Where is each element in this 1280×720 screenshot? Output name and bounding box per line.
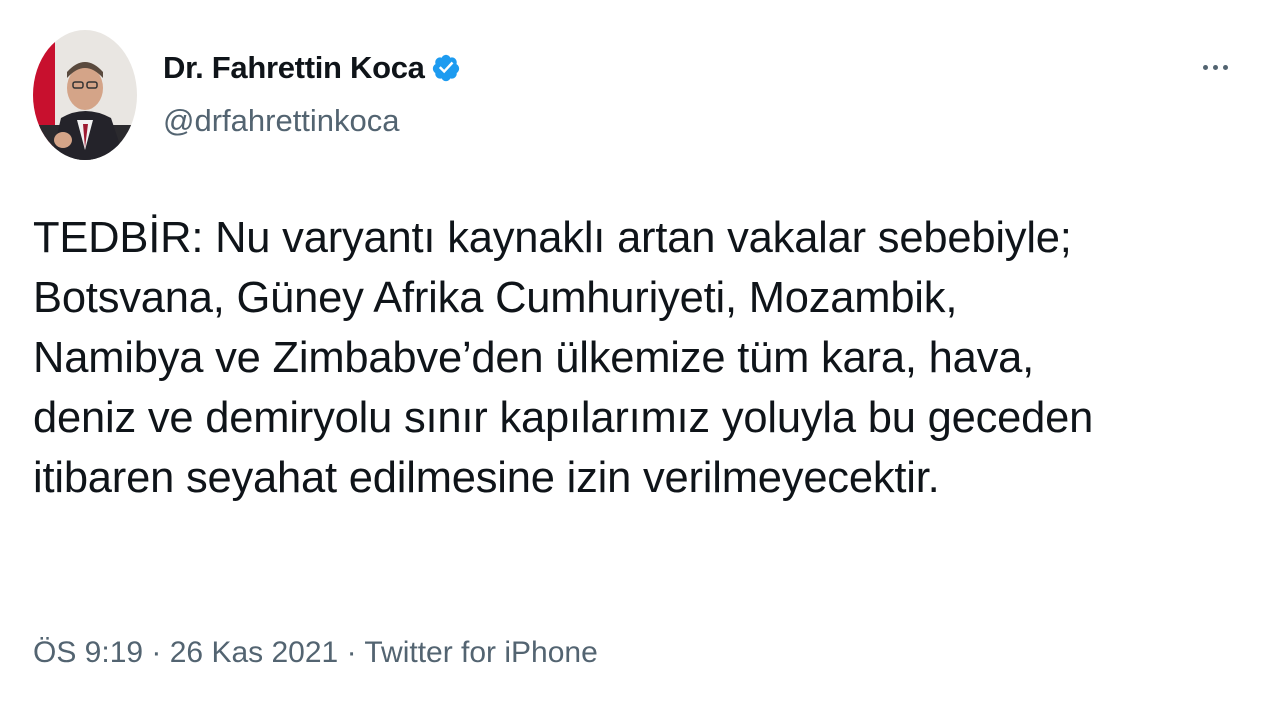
avatar[interactable]: [33, 30, 137, 160]
more-options-icon[interactable]: [1195, 50, 1235, 84]
author-display-name[interactable]: Dr. Fahrettin Koca: [163, 50, 425, 86]
tweet-time-link[interactable]: ÖS 9:19: [33, 636, 143, 669]
verified-badge-icon: [431, 53, 461, 83]
author-handle[interactable]: @drfahrettinkoca: [163, 103, 400, 139]
meta-separator: ·: [338, 636, 365, 669]
tweet-text-line: TEDBİR: Nu varyantı kaynaklı artan vakal…: [33, 214, 1072, 262]
tweet-card: Dr. Fahrettin Koca @drfahrettinkoca TEDB…: [0, 0, 1280, 720]
tweet-text-line: itibaren seyahat edilmesine izin verilme…: [33, 454, 940, 502]
avatar-image: [33, 30, 137, 160]
more-dot: [1222, 64, 1228, 70]
tweet-date-link[interactable]: 26 Kas 2021: [170, 636, 338, 669]
tweet-text-line: Botsvana, Güney Afrika Cumhuriyeti, Moza…: [33, 274, 958, 322]
author-name-row: Dr. Fahrettin Koca: [163, 50, 461, 86]
tweet-source-link[interactable]: Twitter for iPhone: [364, 636, 597, 669]
tweet-text-line: deniz ve demiryolu sınır kapılarımız yol…: [33, 394, 1094, 442]
tweet-metadata: ÖS 9:19 · 26 Kas 2021 · Twitter for iPho…: [33, 636, 598, 670]
tweet-text: TEDBİR: Nu varyantı kaynaklı artan vakal…: [33, 208, 1253, 508]
meta-separator: ·: [143, 636, 170, 669]
tweet-text-line: Namibya ve Zimbabve’den ülkemize tüm kar…: [33, 334, 1035, 382]
more-dot: [1212, 64, 1218, 70]
more-dot: [1202, 64, 1208, 70]
